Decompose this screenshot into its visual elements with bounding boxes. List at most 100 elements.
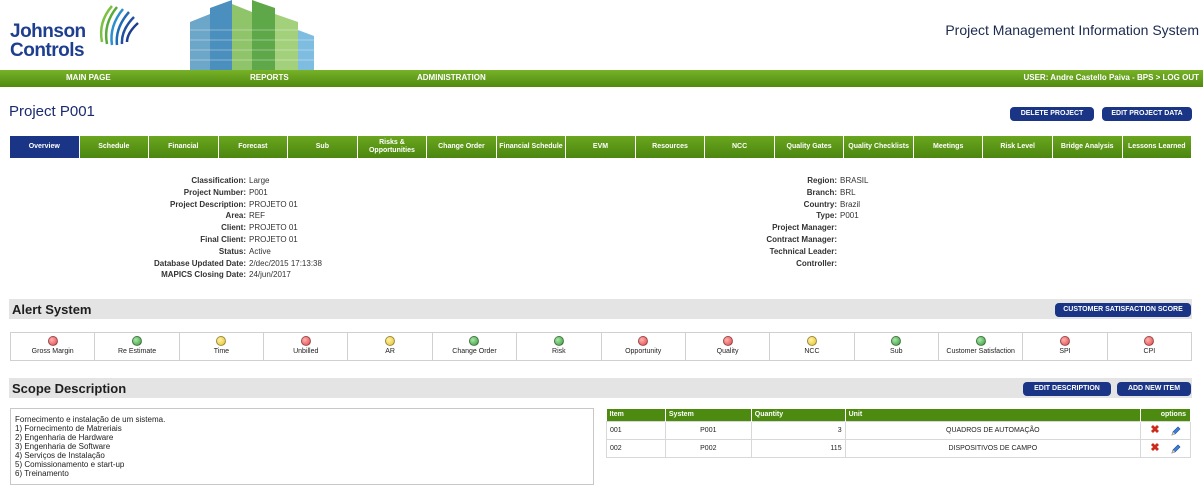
info-label: Project Number: (183, 187, 246, 197)
info-value: PROJETO 01 (249, 199, 298, 209)
nav-reports[interactable]: REPORTS (250, 73, 289, 82)
delete-project-button[interactable]: DELETE PROJECT (1010, 107, 1094, 121)
status-light-icon (469, 336, 480, 346)
tab-quality-gates[interactable]: Quality Gates (774, 136, 845, 158)
project-tabs: Overview Schedule Financial Forecast Sub… (10, 136, 1193, 158)
alert-label: Time (213, 348, 230, 355)
info-value: PROJETO 01 (249, 234, 298, 244)
cell-options: ✖ (1140, 420, 1191, 440)
info-row-status: Status: Active (90, 246, 390, 258)
alert-label: Change Order (452, 348, 497, 355)
tab-quality-checklists[interactable]: Quality Checklists (844, 136, 914, 158)
edit-pencil-icon[interactable] (1170, 444, 1181, 455)
add-new-item-button[interactable]: ADD NEW ITEM (1117, 382, 1191, 396)
info-label: Client: (221, 223, 246, 233)
info-value (837, 258, 840, 270)
alert-label: Unbilled (293, 348, 319, 355)
info-row-contract-manager: Contract Manager: (700, 234, 900, 246)
column-header-quantity: Quantity (751, 409, 846, 421)
cell-quantity: 115 (750, 438, 846, 458)
customer-satisfaction-score-button[interactable]: CUSTOMER SATISFACTION SCORE (1055, 303, 1191, 317)
info-row-final-client: Final Client: PROJETO 01 (90, 234, 390, 246)
info-value (837, 222, 840, 234)
scope-line: 5) Comissionamento e start-up (15, 460, 125, 469)
info-row-region: Region: BRASIL (700, 175, 900, 187)
info-label: Country: (803, 199, 837, 209)
tab-schedule[interactable]: Schedule (79, 136, 150, 158)
column-header-item: Item (606, 409, 666, 421)
status-light-icon (1144, 336, 1155, 346)
alert-indicators: Gross Margin Re Estimate Time Unbilled A… (10, 332, 1192, 361)
tab-ncc[interactable]: NCC (705, 136, 775, 158)
edit-project-data-button[interactable]: EDIT PROJECT DATA (1102, 107, 1192, 121)
status-light-icon (1059, 336, 1070, 346)
cell-item: 002 (606, 438, 666, 458)
alert-customer-satisfaction: Customer Satisfaction (939, 333, 1024, 360)
alert-re-estimate: Re Estimate (95, 333, 180, 360)
tab-lessons-learned[interactable]: Lessons Learned (1122, 136, 1193, 158)
table-row: 002 P002 115 DISPOSITIVOS DE CAMPO ✖ (606, 438, 1191, 458)
tab-overview[interactable]: Overview (10, 136, 80, 158)
cell-item: 001 (606, 420, 666, 440)
nav-administration[interactable]: ADMINISTRATION (417, 73, 486, 82)
alert-label: Sub (890, 348, 903, 355)
alert-label: AR (385, 348, 395, 355)
info-label: Region: (807, 176, 837, 185)
alert-quality: Quality (686, 333, 771, 360)
info-value: 24/jun/2017 (249, 270, 291, 280)
project-info-left: Classification: Large Project Number: P001… (90, 175, 390, 281)
info-label: Database Updated Date: (153, 258, 246, 268)
tab-financial-schedule[interactable]: Financial Schedule (496, 136, 567, 158)
tab-evm[interactable]: EVM (566, 136, 636, 158)
info-label: Classification: (191, 176, 246, 185)
alert-ncc: NCC (770, 333, 855, 360)
status-light-icon (806, 336, 817, 346)
cell-system: P001 (664, 420, 752, 440)
scope-line: 2) Engenharia de Hardware (15, 433, 114, 442)
tab-sub[interactable]: Sub (288, 136, 358, 158)
tab-forecast[interactable]: Forecast (218, 136, 289, 158)
status-light-icon (385, 336, 396, 346)
alert-ar: AR (348, 333, 433, 360)
company-logo[interactable]: Johnson Controls (8, 2, 143, 64)
column-header-system: System (665, 409, 752, 421)
column-header-options: options (1140, 409, 1191, 421)
status-light-icon (722, 336, 733, 346)
info-value: PROJETO 01 (249, 223, 298, 233)
scope-description-header: Scope Description (9, 378, 1192, 398)
info-row-country: Country: Brazil (700, 199, 900, 211)
edit-description-button[interactable]: EDIT DESCRIPTION (1023, 382, 1111, 396)
tab-bridge-analysis[interactable]: Bridge Analysis (1052, 136, 1123, 158)
info-row-controller: Controller: (700, 258, 900, 270)
info-label: Contract Manager: (766, 234, 837, 244)
info-value (837, 234, 840, 246)
cell-system: P002 (664, 438, 752, 458)
system-title: Project Management Information System (945, 22, 1199, 38)
alert-label: CPI (1143, 348, 1156, 355)
delete-x-icon[interactable]: ✖ (1150, 424, 1159, 436)
info-row-database-updated: Database Updated Date: 2/dec/2015 17:13:3… (90, 258, 390, 270)
scope-line: 3) Engenharia de Software (15, 442, 111, 451)
main-navbar: MAIN PAGE REPORTS ADMINISTRATION USER: A… (0, 70, 1203, 87)
info-value: Brazil (840, 199, 861, 209)
tab-financial[interactable]: Financial (149, 136, 219, 158)
info-value: P001 (249, 187, 268, 197)
info-value: REF (249, 211, 265, 221)
tab-meetings[interactable]: Meetings (913, 136, 984, 158)
scope-line: Fornecimento e instalação de um sistema. (15, 415, 166, 424)
info-row-area: Area: REF (90, 210, 390, 222)
nav-main-page[interactable]: MAIN PAGE (66, 73, 111, 82)
logo-text: Johnson Controls (10, 22, 86, 60)
status-light-icon (975, 336, 986, 346)
info-label: Project Description: (169, 199, 246, 209)
tab-resources[interactable]: Resources (635, 136, 706, 158)
scope-line: 1) Fornecimento de Matreriais (15, 424, 122, 433)
tab-change-order[interactable]: Change Order (427, 136, 497, 158)
tab-risks-opportunities[interactable]: Risks & Opportunities (357, 136, 428, 158)
user-logout-link[interactable]: USER: Andre Castello Paiva - BPS > LOG O… (1023, 73, 1199, 82)
alert-label: Customer Satisfaction (946, 348, 1015, 355)
edit-pencil-icon[interactable] (1170, 426, 1181, 437)
tab-risk-level[interactable]: Risk Level (983, 136, 1053, 158)
delete-x-icon[interactable]: ✖ (1150, 442, 1159, 454)
table-header-row: Item System Quantity Unit options (606, 409, 1191, 421)
